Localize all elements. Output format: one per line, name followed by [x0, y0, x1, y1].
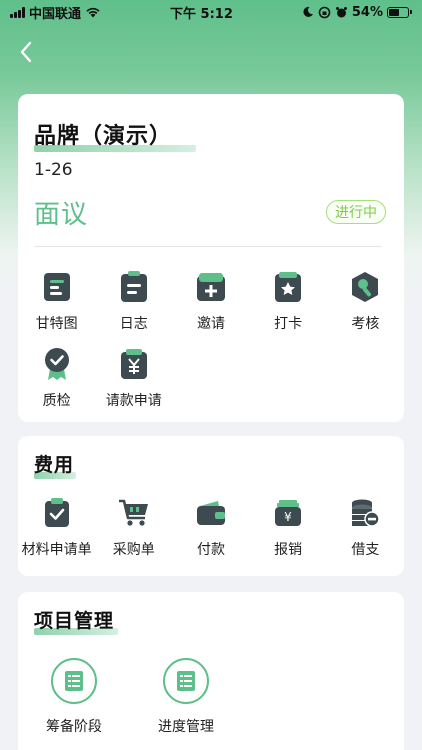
assess-icon [348, 270, 382, 304]
tool-log[interactable]: 日志 [95, 270, 172, 333]
tool-payment-request[interactable]: 请款申请 [95, 347, 172, 410]
fee-title: 费用 [34, 454, 75, 476]
wallet-icon [194, 496, 228, 530]
proj-progress[interactable]: 进度管理 [130, 658, 242, 736]
invite-icon [194, 270, 228, 304]
checkin-icon [271, 270, 305, 304]
tool-label: 甘特图 [35, 316, 78, 332]
carrier-label: 中国联通 [29, 6, 82, 22]
list-icon [51, 658, 97, 704]
fee-grid: 材料申请单 采购单 付款 ¥ 报销 借支 [18, 496, 404, 559]
chevron-left-icon [20, 41, 32, 63]
clock: 下午 5:12 [170, 6, 233, 22]
tool-label: 日志 [119, 316, 148, 332]
alarm-icon [335, 6, 347, 17]
fee-title-wrap: 费用 [34, 450, 76, 479]
svg-text:¥: ¥ [284, 510, 292, 524]
fee-label: 报销 [274, 542, 303, 558]
proj-label: 进度管理 [158, 719, 214, 735]
tool-label: 请款申请 [105, 393, 162, 409]
fee-material-request[interactable]: 材料申请单 [18, 496, 95, 559]
cart-icon [117, 496, 151, 530]
fee-loan[interactable]: 借支 [327, 496, 404, 559]
signal-icon [10, 6, 25, 18]
proj-label: 筹备阶段 [46, 719, 102, 735]
project-management-card: 项目管理 筹备阶段 进度管理 [18, 592, 404, 750]
status-badge: 进行中 [326, 200, 386, 224]
moon-icon [303, 6, 313, 17]
tool-label: 质检 [42, 393, 71, 409]
battery-percent: 54% [351, 4, 383, 20]
payment-request-icon [117, 347, 151, 381]
tool-checkin[interactable]: 打卡 [250, 270, 327, 333]
project-subtitle: 1-26 [34, 160, 73, 180]
tool-gantt[interactable]: 甘特图 [18, 270, 95, 333]
proj-preparation[interactable]: 筹备阶段 [18, 658, 130, 736]
proj-grid: 筹备阶段 进度管理 [18, 658, 404, 736]
tool-grid: 甘特图 日志 邀请 打卡 考核 质检 请款申请 [18, 270, 404, 410]
tool-label: 打卡 [274, 316, 303, 332]
fee-purchase-order[interactable]: 采购单 [95, 496, 172, 559]
rotation-lock-icon [318, 6, 331, 18]
tool-label: 考核 [351, 316, 380, 332]
proj-title: 项目管理 [34, 610, 115, 632]
fee-label: 材料申请单 [21, 542, 92, 558]
back-button[interactable] [12, 36, 40, 68]
tool-quality[interactable]: 质检 [18, 347, 95, 410]
fee-payment[interactable]: 付款 [172, 496, 249, 559]
tool-invite[interactable]: 邀请 [172, 270, 249, 333]
fee-label: 借支 [351, 542, 380, 558]
reimburse-icon: ¥ [271, 496, 305, 530]
fee-label: 采购单 [112, 542, 155, 558]
fee-label: 付款 [196, 542, 225, 558]
project-title-wrap: 品牌（演示） [34, 118, 196, 152]
tool-label: 邀请 [196, 316, 225, 332]
divider [34, 246, 382, 247]
list-icon [163, 658, 209, 704]
proj-title-wrap: 项目管理 [34, 606, 118, 635]
wifi-icon [86, 7, 100, 18]
loan-icon [348, 496, 382, 530]
fee-reimburse[interactable]: ¥ 报销 [250, 496, 327, 559]
fee-card: 费用 材料申请单 采购单 付款 ¥ 报销 借支 [18, 436, 404, 576]
battery-icon [386, 6, 412, 18]
gantt-icon [40, 270, 74, 304]
project-stage: 面议 [34, 200, 89, 230]
project-card: 品牌（演示） 1-26 面议 进行中 甘特图 日志 邀请 打卡 考核 质检 请款… [18, 94, 404, 422]
log-icon [117, 270, 151, 304]
status-bar: 中国联通 下午 5:12 54% [0, 0, 422, 24]
tool-assess[interactable]: 考核 [327, 270, 404, 333]
project-title: 品牌（演示） [34, 124, 173, 149]
quality-icon [40, 347, 74, 381]
material-request-icon [40, 496, 74, 530]
